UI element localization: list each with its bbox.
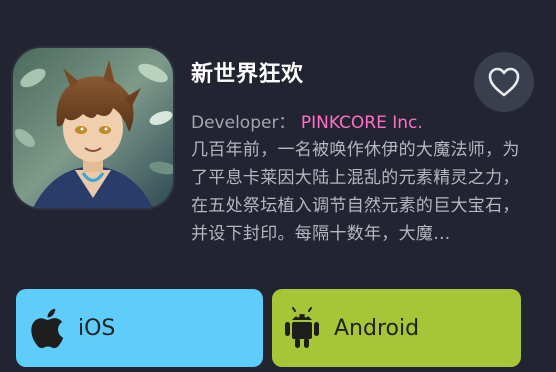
favorite-button[interactable] (474, 52, 534, 112)
developer-name-link[interactable]: PINKCORE Inc. (301, 113, 423, 133)
developer-label: Developer： (191, 113, 296, 133)
android-robot-icon (282, 307, 322, 348)
app-title: 新世界狂欢 (191, 62, 304, 87)
apple-icon (26, 308, 66, 349)
android-download-button[interactable]: Android (272, 289, 521, 367)
android-label: Android (334, 315, 420, 341)
ios-label: iOS (78, 315, 116, 341)
app-icon-image[interactable] (13, 48, 173, 208)
app-description: 几百年前，一名被唤作休伊的大魔法师，为了平息卡莱因大陆上混乱的元素精灵之力，在五… (191, 140, 520, 244)
app-card: 新世界狂欢 Developer： PINKCORE Inc. 几百年前，一名被唤… (0, 0, 556, 372)
character-artwork-icon (13, 48, 173, 208)
ios-download-button[interactable]: iOS (16, 289, 263, 367)
developer-line: Developer： PINKCORE Inc. (191, 111, 423, 135)
heart-outline-icon (488, 67, 520, 97)
